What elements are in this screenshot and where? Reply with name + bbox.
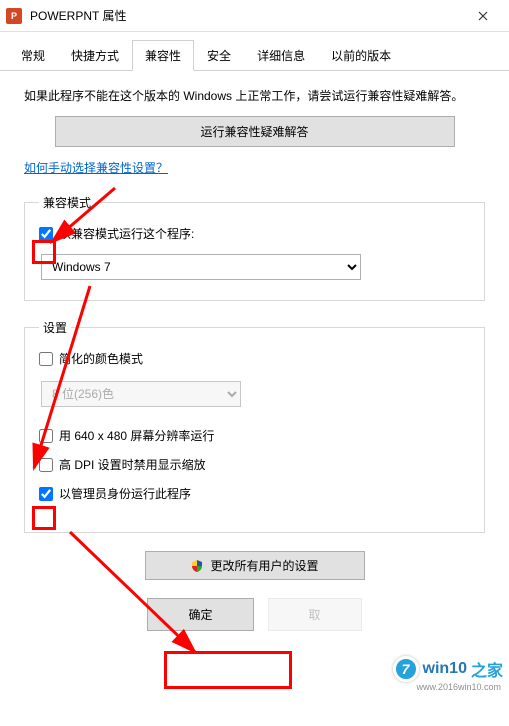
resolution-label[interactable]: 用 640 x 480 屏幕分辨率运行 <box>59 427 214 444</box>
compatibility-mode-legend: 兼容模式 <box>39 194 95 211</box>
uac-shield-icon <box>190 559 204 573</box>
run-troubleshooter-button[interactable]: 运行兼容性疑难解答 <box>55 116 455 147</box>
tabs-bar: 常规 快捷方式 兼容性 安全 详细信息 以前的版本 <box>0 32 509 71</box>
close-icon <box>478 11 488 21</box>
tab-details[interactable]: 详细信息 <box>244 40 318 70</box>
reduced-color-row: 简化的颜色模式 <box>37 350 472 367</box>
watermark: 7 win10之家 www.2016win10.com <box>393 656 503 682</box>
watermark-url: www.2016win10.com <box>416 682 501 692</box>
compat-mode-checkbox[interactable] <box>39 227 53 241</box>
window-title: POWERPNT 属性 <box>30 7 463 24</box>
tab-shortcut[interactable]: 快捷方式 <box>58 40 132 70</box>
change-all-users-button[interactable]: 更改所有用户的设置 <box>145 551 365 580</box>
close-button[interactable] <box>463 2 503 30</box>
settings-group: 设置 简化的颜色模式 8 位(256)色 用 640 x 480 屏幕分辨率运行… <box>24 319 485 533</box>
dialog-footer: 确定 取 <box>24 580 485 631</box>
run-as-admin-checkbox[interactable] <box>39 487 53 501</box>
tab-compatibility[interactable]: 兼容性 <box>132 40 194 71</box>
watermark-text-2: 之家 <box>471 657 503 681</box>
reduced-color-checkbox[interactable] <box>39 352 53 366</box>
tab-general[interactable]: 常规 <box>8 40 58 70</box>
settings-legend: 设置 <box>39 319 71 336</box>
compat-os-select[interactable]: Windows 7 <box>41 254 361 280</box>
dpi-checkbox[interactable] <box>39 458 53 472</box>
watermark-logo-icon: 7 <box>393 656 419 682</box>
tab-security[interactable]: 安全 <box>194 40 244 70</box>
cancel-button[interactable]: 取 <box>268 598 362 631</box>
dpi-label[interactable]: 高 DPI 设置时禁用显示缩放 <box>59 456 206 473</box>
compat-mode-label[interactable]: 以兼容模式运行这个程序: <box>59 225 194 242</box>
dpi-row: 高 DPI 设置时禁用显示缩放 <box>37 456 472 473</box>
powerpoint-icon: P <box>6 8 22 24</box>
admin-row: 以管理员身份运行此程序 <box>37 485 472 502</box>
compat-mode-row: 以兼容模式运行这个程序: <box>37 225 472 242</box>
resolution-row: 用 640 x 480 屏幕分辨率运行 <box>37 427 472 444</box>
compatibility-description: 如果此程序不能在这个版本的 Windows 上正常工作，请尝试运行兼容性疑难解答… <box>24 87 485 106</box>
manual-settings-link[interactable]: 如何手动选择兼容性设置？ <box>24 159 168 176</box>
resolution-checkbox[interactable] <box>39 429 53 443</box>
reduced-color-label[interactable]: 简化的颜色模式 <box>59 350 143 367</box>
annotation-box-ok-button <box>164 651 292 689</box>
color-depth-select: 8 位(256)色 <box>41 381 241 407</box>
watermark-text-1: win10 <box>423 660 467 678</box>
ok-button[interactable]: 确定 <box>147 598 253 631</box>
compatibility-mode-group: 兼容模式 以兼容模式运行这个程序: Windows 7 <box>24 194 485 301</box>
tab-content: 如果此程序不能在这个版本的 Windows 上正常工作，请尝试运行兼容性疑难解答… <box>0 71 509 641</box>
run-as-admin-label[interactable]: 以管理员身份运行此程序 <box>59 485 191 502</box>
change-all-users-label: 更改所有用户的设置 <box>210 557 318 574</box>
titlebar: P POWERPNT 属性 <box>0 0 509 32</box>
tab-previous-versions[interactable]: 以前的版本 <box>318 40 404 70</box>
